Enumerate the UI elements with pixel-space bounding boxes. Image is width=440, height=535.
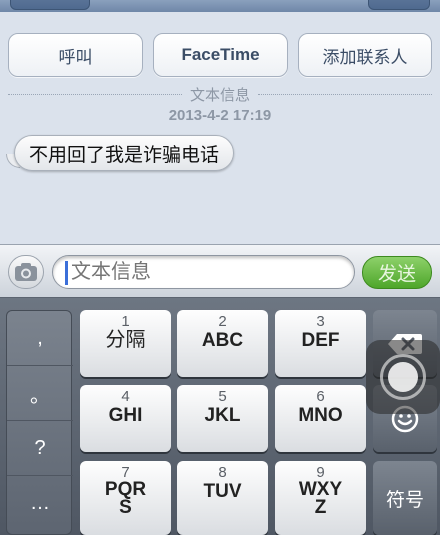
message-thread: 呼叫 FaceTime 添加联系人 文本信息 2013-4-2 17:19 不用… — [0, 12, 440, 244]
key-3[interactable]: 3 DEF — [275, 310, 366, 377]
key-7[interactable]: 7 PQR S — [80, 461, 171, 535]
message-timestamp: 2013-4-2 17:19 — [168, 107, 272, 124]
key-9[interactable]: 9 WXY Z — [275, 461, 366, 535]
punct-key-comma[interactable]: , — [7, 311, 73, 366]
key-4[interactable]: 4 GHI — [80, 385, 171, 452]
key-number: 3 — [316, 313, 325, 330]
contact-actions: 呼叫 FaceTime 添加联系人 — [8, 33, 432, 77]
key-number: 4 — [121, 388, 130, 405]
nav-bar — [0, 0, 440, 12]
message-input[interactable] — [52, 255, 355, 289]
punct-key-ellipsis[interactable]: … — [7, 476, 73, 531]
key-1[interactable]: 1 分隔 — [80, 310, 171, 377]
assistive-touch-core-icon — [388, 362, 418, 392]
message-bubble-incoming[interactable]: 不用回了我是诈骗电话 — [14, 135, 235, 171]
key-number: 6 — [316, 388, 325, 405]
key-2[interactable]: 2 ABC — [177, 310, 268, 377]
punctuation-column: , 。 ? … — [6, 310, 73, 535]
key-letters: JKL — [204, 405, 241, 426]
assistive-touch-button[interactable] — [366, 340, 440, 414]
edit-button[interactable] — [368, 0, 430, 10]
key-letters: DEF — [301, 330, 340, 351]
symbols-key[interactable]: 符号 — [373, 461, 437, 535]
facetime-button[interactable]: FaceTime — [153, 33, 288, 77]
key-number: 5 — [218, 388, 227, 405]
key-number: 8 — [218, 464, 227, 481]
back-button[interactable] — [10, 0, 90, 10]
send-button[interactable]: 发送 — [362, 256, 432, 289]
key-6[interactable]: 6 MNO — [275, 385, 366, 452]
section-label: 文本信息 — [190, 86, 251, 104]
key-letters: WXY Z — [298, 479, 343, 518]
key-letters: PQR S — [104, 479, 147, 518]
key-number: 1 — [121, 313, 130, 330]
text-caret — [65, 261, 68, 285]
camera-icon — [15, 263, 37, 281]
key-letters: MNO — [298, 405, 343, 426]
call-button[interactable]: 呼叫 — [8, 33, 143, 77]
key-8[interactable]: 8 TUV — [177, 461, 268, 535]
key-5[interactable]: 5 JKL — [177, 385, 268, 452]
key-letters: ABC — [201, 330, 244, 351]
punct-key-question[interactable]: ? — [7, 421, 73, 476]
camera-button[interactable] — [8, 255, 44, 289]
key-letters: TUV — [203, 481, 242, 502]
divider-line-right — [258, 93, 433, 95]
composer-bar: 发送 — [0, 244, 440, 298]
divider-line-left — [8, 93, 182, 95]
punct-key-period[interactable]: 。 — [7, 366, 73, 421]
add-contact-button[interactable]: 添加联系人 — [298, 33, 432, 77]
key-number: 2 — [218, 313, 227, 330]
keyboard: , 。 ? … 1 分隔 2 ABC 3 DEF 4 GHI 5 JKL 6 M… — [0, 298, 440, 535]
key-letters: GHI — [108, 405, 143, 426]
section-divider: 文本信息 — [0, 85, 440, 104]
key-letters: 分隔 — [105, 329, 146, 351]
